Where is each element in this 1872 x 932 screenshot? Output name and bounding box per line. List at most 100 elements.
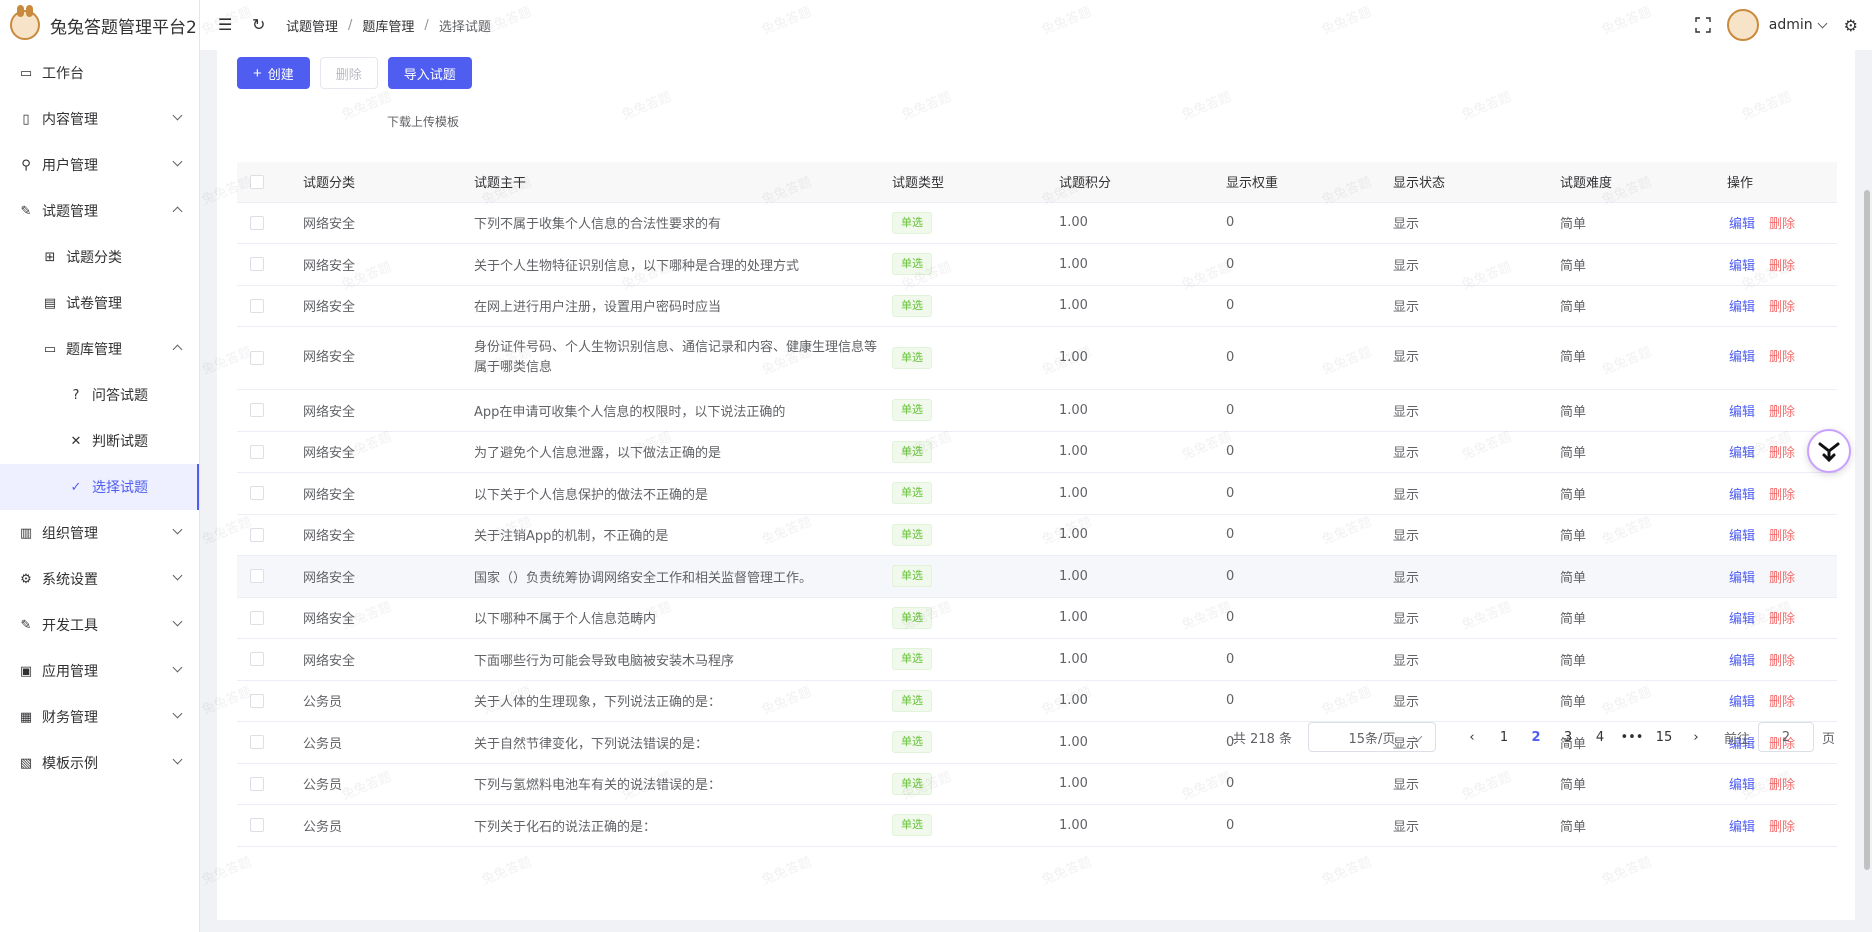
table-row[interactable]: 网络安全 为了避免个人信息泄露，以下做法正确的是 单选 1.00 0 显示 简单 编辑 删除 xyxy=(237,431,1837,473)
table-row[interactable]: 网络安全 以下关于个人信息保护的做法不正确的是 单选 1.00 0 显示 简单 编辑 删除 xyxy=(237,472,1837,515)
sidebar-item[interactable]: ▯ 内容管理 xyxy=(0,96,199,142)
chevron-down-icon[interactable] xyxy=(172,110,183,121)
edit-button[interactable]: 编辑 xyxy=(1729,695,1755,710)
page-button[interactable]: 15 xyxy=(1648,730,1680,745)
chevron-down-icon[interactable] xyxy=(172,570,183,581)
row-delete-button[interactable]: 删除 xyxy=(1769,259,1795,274)
sidebar-item[interactable]: ✕ 判断试题 xyxy=(0,418,199,464)
row-delete-button[interactable]: 删除 xyxy=(1769,529,1795,544)
table-row[interactable]: 网络安全 身份证件号码、个人生物识别信息、通信记录和内容、健康生理信息等属于哪类信… xyxy=(237,326,1837,390)
sidebar-item[interactable]: ⊞ 试题分类 xyxy=(0,234,199,280)
table-row[interactable]: 网络安全 关于注销App的机制，不正确的是 单选 1.00 0 显示 简单 编辑 删除 xyxy=(237,514,1837,556)
row-checkbox[interactable] xyxy=(250,652,264,667)
table-row[interactable]: 公务员 下列与氢燃料电池车有关的说法错误的是： 单选 1.00 0 显示 简单 编辑 删除 xyxy=(237,763,1837,805)
goto-page-input[interactable]: 2 xyxy=(1757,722,1814,752)
scrollbar[interactable] xyxy=(1864,50,1870,920)
chevron-down-icon[interactable] xyxy=(1817,18,1828,28)
breadcrumb-item[interactable]: 试题管理 xyxy=(286,16,338,35)
row-delete-button[interactable]: 删除 xyxy=(1769,350,1795,365)
row-checkbox[interactable] xyxy=(250,776,264,791)
chevron-down-icon[interactable] xyxy=(172,156,183,167)
edit-button[interactable]: 编辑 xyxy=(1729,446,1755,461)
menu-fold-icon[interactable]: ☰ xyxy=(218,17,234,33)
sidebar-item[interactable]: ✎ 试题管理 xyxy=(0,188,199,234)
sidebar-item[interactable]: ✎ 开发工具 xyxy=(0,602,199,648)
row-delete-button[interactable]: 删除 xyxy=(1769,612,1795,627)
delete-button[interactable]: 删除 xyxy=(319,57,378,89)
edit-button[interactable]: 编辑 xyxy=(1729,488,1755,503)
prev-page-button[interactable]: ‹ xyxy=(1456,730,1488,745)
row-delete-button[interactable]: 删除 xyxy=(1769,300,1795,315)
scrollbar-thumb[interactable] xyxy=(1864,190,1870,870)
row-delete-button[interactable]: 删除 xyxy=(1769,488,1795,503)
sidebar-item[interactable]: ▣ 应用管理 xyxy=(0,648,199,694)
table-row[interactable]: 网络安全 下列不属于收集个人信息的合法性要求的有 单选 1.00 0 显示 简单 编辑 删除 xyxy=(237,202,1837,244)
row-delete-button[interactable]: 删除 xyxy=(1769,571,1795,586)
page-size-select[interactable]: 15条/页 xyxy=(1307,722,1436,752)
edit-button[interactable]: 编辑 xyxy=(1729,350,1755,365)
download-template-link[interactable]: 下载上传模板 xyxy=(387,113,459,130)
row-checkbox[interactable] xyxy=(250,610,264,625)
row-checkbox[interactable] xyxy=(250,257,264,272)
create-button[interactable]: + 创建 xyxy=(237,57,310,89)
gear-icon[interactable]: ⚙ xyxy=(1844,16,1858,35)
sidebar-item[interactable]: ⚙ 系统设置 xyxy=(0,556,199,602)
table-row[interactable]: 公务员 关于人体的生理现象，下列说法正确的是： 单选 1.00 0 显示 简单 编辑 删除 xyxy=(237,680,1837,722)
sidebar-item[interactable]: ▥ 组织管理 xyxy=(0,510,199,556)
breadcrumb-item[interactable]: 题库管理 xyxy=(362,16,414,35)
row-checkbox[interactable] xyxy=(250,693,264,708)
sidebar-item[interactable]: ▭ 题库管理 xyxy=(0,326,199,372)
refresh-icon[interactable]: ↻ xyxy=(252,17,268,33)
row-checkbox[interactable] xyxy=(250,403,264,418)
page-button[interactable]: 1 xyxy=(1488,730,1520,745)
sidebar-item[interactable]: ✓ 选择试题 xyxy=(0,464,199,510)
row-checkbox[interactable] xyxy=(250,486,264,501)
select-all-checkbox[interactable] xyxy=(250,174,264,189)
row-delete-button[interactable]: 删除 xyxy=(1769,820,1795,835)
chevron-up-icon[interactable] xyxy=(172,344,183,355)
row-checkbox[interactable] xyxy=(250,215,264,230)
chevron-down-icon[interactable] xyxy=(172,616,183,627)
page-button-current[interactable]: 2 xyxy=(1520,730,1552,745)
chevron-up-icon[interactable] xyxy=(172,206,183,217)
edit-button[interactable]: 编辑 xyxy=(1729,300,1755,315)
edit-button[interactable]: 编辑 xyxy=(1729,405,1755,420)
edit-button[interactable]: 编辑 xyxy=(1729,571,1755,586)
page-button[interactable]: 4 xyxy=(1584,730,1616,745)
row-checkbox[interactable] xyxy=(250,444,264,459)
chevron-down-icon[interactable] xyxy=(172,662,183,673)
edit-button[interactable]: 编辑 xyxy=(1729,529,1755,544)
page-button[interactable]: 3 xyxy=(1552,730,1584,745)
row-checkbox[interactable] xyxy=(250,298,264,313)
floating-assistant-icon[interactable] xyxy=(1807,429,1851,473)
sidebar-item[interactable]: ▦ 财务管理 xyxy=(0,694,199,740)
table-row[interactable]: 网络安全 下面哪些行为可能会导致电脑被安装木马程序 单选 1.00 0 显示 简单 编辑 删除 xyxy=(237,638,1837,681)
fullscreen-icon[interactable] xyxy=(1695,17,1711,33)
sidebar-item[interactable]: ▧ 模板示例 xyxy=(0,740,199,786)
avatar[interactable] xyxy=(1726,9,1759,41)
row-checkbox[interactable] xyxy=(250,569,264,584)
row-delete-button[interactable]: 删除 xyxy=(1769,217,1795,232)
table-row[interactable]: 网络安全 国家（）负责统筹协调网络安全工作和相关监督管理工作。 单选 1.00 0 显示简… xyxy=(237,555,1837,598)
edit-button[interactable]: 编辑 xyxy=(1729,217,1755,232)
sidebar-item[interactable]: ▤ 试卷管理 xyxy=(0,280,199,326)
row-delete-button[interactable]: 删除 xyxy=(1769,695,1795,710)
more-pages-icon[interactable]: ••• xyxy=(1616,730,1648,745)
row-delete-button[interactable]: 删除 xyxy=(1769,654,1795,669)
table-row[interactable]: 网络安全 在网上进行用户注册，设置用户密码时应当 单选 1.00 0 显示 简单 编辑 删除 xyxy=(237,285,1837,327)
edit-button[interactable]: 编辑 xyxy=(1729,778,1755,793)
next-page-button[interactable]: › xyxy=(1680,730,1712,745)
edit-button[interactable]: 编辑 xyxy=(1729,654,1755,669)
edit-button[interactable]: 编辑 xyxy=(1729,612,1755,627)
sidebar-item[interactable]: ⚲ 用户管理 xyxy=(0,142,199,188)
row-delete-button[interactable]: 删除 xyxy=(1769,778,1795,793)
row-delete-button[interactable]: 删除 xyxy=(1769,405,1795,420)
import-button[interactable]: 导入试题 xyxy=(387,57,472,89)
chevron-down-icon[interactable] xyxy=(172,754,183,765)
sidebar-item[interactable]: ▭ 工作台 xyxy=(0,50,199,96)
table-row[interactable]: 网络安全 App在申请可收集个人信息的权限时，以下说法正确的 单选 1.00 0 显示 简单… xyxy=(237,389,1837,432)
row-checkbox[interactable] xyxy=(250,818,264,833)
edit-button[interactable]: 编辑 xyxy=(1729,259,1755,274)
table-row[interactable]: 网络安全 以下哪种不属于个人信息范畴内 单选 1.00 0 显示 简单 编辑 删除 xyxy=(237,597,1837,639)
table-row[interactable]: 公务员 下列关于化石的说法正确的是： 单选 1.00 0 显示 简单 编辑 删除 xyxy=(237,804,1837,847)
